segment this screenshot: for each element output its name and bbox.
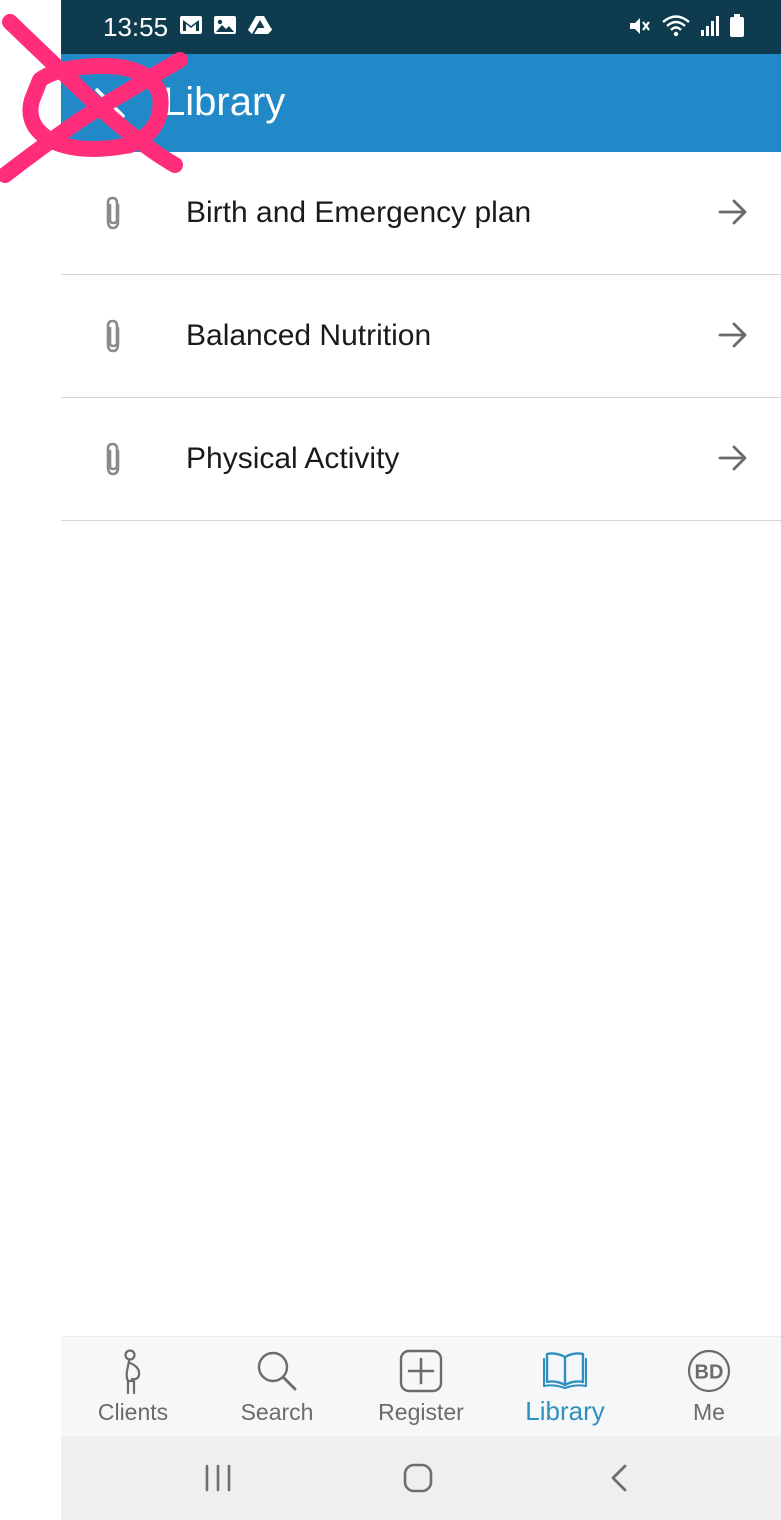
pregnant-person-icon bbox=[124, 1349, 141, 1395]
nav-label-library: Library bbox=[525, 1396, 605, 1426]
list-item-label: Physical Activity bbox=[186, 442, 400, 475]
arrow-right-icon[interactable] bbox=[717, 320, 749, 350]
nav-label-clients: Clients bbox=[97, 1399, 169, 1425]
status-time: 13:55 bbox=[103, 12, 169, 42]
signal-icon bbox=[701, 16, 719, 36]
list-item[interactable]: Balanced Nutrition bbox=[61, 275, 781, 398]
bottom-nav: Clients Search Register Library BD Me bbox=[61, 1336, 781, 1436]
search-icon bbox=[257, 1351, 297, 1391]
gallery-icon bbox=[214, 16, 236, 34]
status-system-icons bbox=[627, 13, 745, 39]
phone-screen: 13:55 Library Birth and Emergency plan B… bbox=[61, 0, 781, 1520]
paperclip-icon bbox=[106, 442, 120, 476]
system-nav-bar bbox=[61, 1436, 781, 1520]
avatar-initials-icon: BD bbox=[687, 1349, 731, 1393]
wifi-icon bbox=[662, 15, 690, 37]
nav-label-search: Search bbox=[240, 1399, 314, 1425]
status-bar: 13:55 bbox=[61, 0, 781, 54]
close-button[interactable] bbox=[83, 76, 137, 130]
recents-icon[interactable] bbox=[203, 1462, 233, 1494]
list-item-label: Birth and Emergency plan bbox=[186, 196, 532, 229]
nav-label-me: Me bbox=[693, 1399, 725, 1425]
home-icon[interactable] bbox=[403, 1462, 433, 1494]
back-icon[interactable] bbox=[607, 1462, 631, 1494]
nav-item-register[interactable]: Register bbox=[349, 1337, 493, 1437]
arrow-right-icon[interactable] bbox=[717, 197, 749, 227]
mute-icon bbox=[630, 18, 650, 34]
book-icon bbox=[543, 1352, 587, 1389]
gmail-icon bbox=[180, 16, 202, 34]
nav-item-me[interactable]: BD Me bbox=[637, 1337, 781, 1437]
nav-item-search[interactable]: Search bbox=[205, 1337, 349, 1437]
paperclip-icon bbox=[106, 319, 120, 353]
library-list: Birth and Emergency plan Balanced Nutrit… bbox=[61, 152, 781, 521]
page-title: Library bbox=[163, 80, 286, 124]
list-item[interactable]: Physical Activity bbox=[61, 398, 781, 521]
avatar-initials: BD bbox=[695, 1362, 724, 1384]
list-item[interactable]: Birth and Emergency plan bbox=[61, 152, 781, 275]
add-box-icon bbox=[399, 1349, 443, 1393]
nav-label-register: Register bbox=[378, 1399, 464, 1425]
nav-item-library[interactable]: Library bbox=[493, 1337, 637, 1437]
status-notification-icons bbox=[179, 14, 273, 36]
nav-item-clients[interactable]: Clients bbox=[61, 1337, 205, 1437]
drive-icon bbox=[248, 16, 272, 34]
arrow-right-icon[interactable] bbox=[717, 443, 749, 473]
close-icon bbox=[95, 88, 125, 118]
paperclip-icon bbox=[106, 196, 120, 230]
list-item-label: Balanced Nutrition bbox=[186, 319, 432, 352]
app-bar: Library bbox=[61, 54, 781, 152]
battery-icon bbox=[730, 14, 744, 37]
